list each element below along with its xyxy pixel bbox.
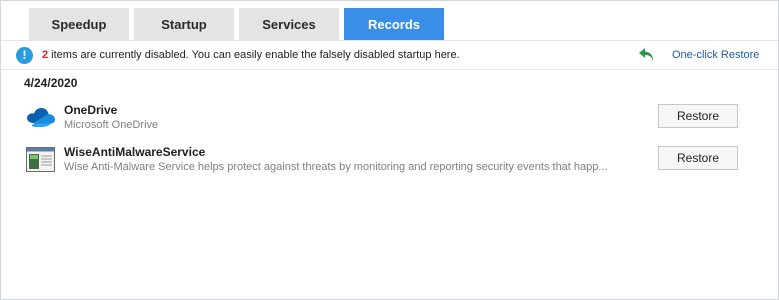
tab-records[interactable]: Records — [344, 8, 444, 40]
record-item-wiseantimalware: WiseAntiMalwareService Wise Anti-Malware… — [1, 143, 778, 183]
record-name: WiseAntiMalwareService — [64, 145, 206, 159]
info-message: 2 items are currently disabled. You can … — [42, 49, 460, 61]
info-message-text: items are currently disabled. You can ea… — [48, 49, 460, 61]
info-bar: ! 2 items are currently disabled. You ca… — [1, 40, 778, 70]
restore-button[interactable]: Restore — [658, 104, 738, 128]
service-window-icon — [26, 147, 55, 172]
restore-button[interactable]: Restore — [658, 146, 738, 170]
record-description: Microsoft OneDrive — [64, 119, 159, 131]
one-click-restore-link[interactable]: One-click Restore — [638, 47, 759, 63]
record-name: OneDrive — [64, 103, 118, 117]
tab-startup[interactable]: Startup — [134, 8, 234, 40]
record-date: 4/24/2020 — [24, 76, 78, 90]
info-icon: ! — [16, 47, 33, 64]
one-click-restore-label: One-click Restore — [672, 49, 760, 61]
undo-arrow-icon — [639, 48, 654, 61]
tab-speedup[interactable]: Speedup — [29, 8, 129, 40]
record-item-onedrive: OneDrive Microsoft OneDrive Restore — [1, 101, 778, 141]
tab-services[interactable]: Services — [239, 8, 339, 40]
record-description: Wise Anti-Malware Service helps protect … — [64, 161, 608, 173]
onedrive-cloud-icon — [27, 108, 55, 127]
records-panel: Speedup Startup Services Records ! 2 ite… — [0, 0, 779, 300]
tab-bar: Speedup Startup Services Records — [1, 1, 778, 40]
